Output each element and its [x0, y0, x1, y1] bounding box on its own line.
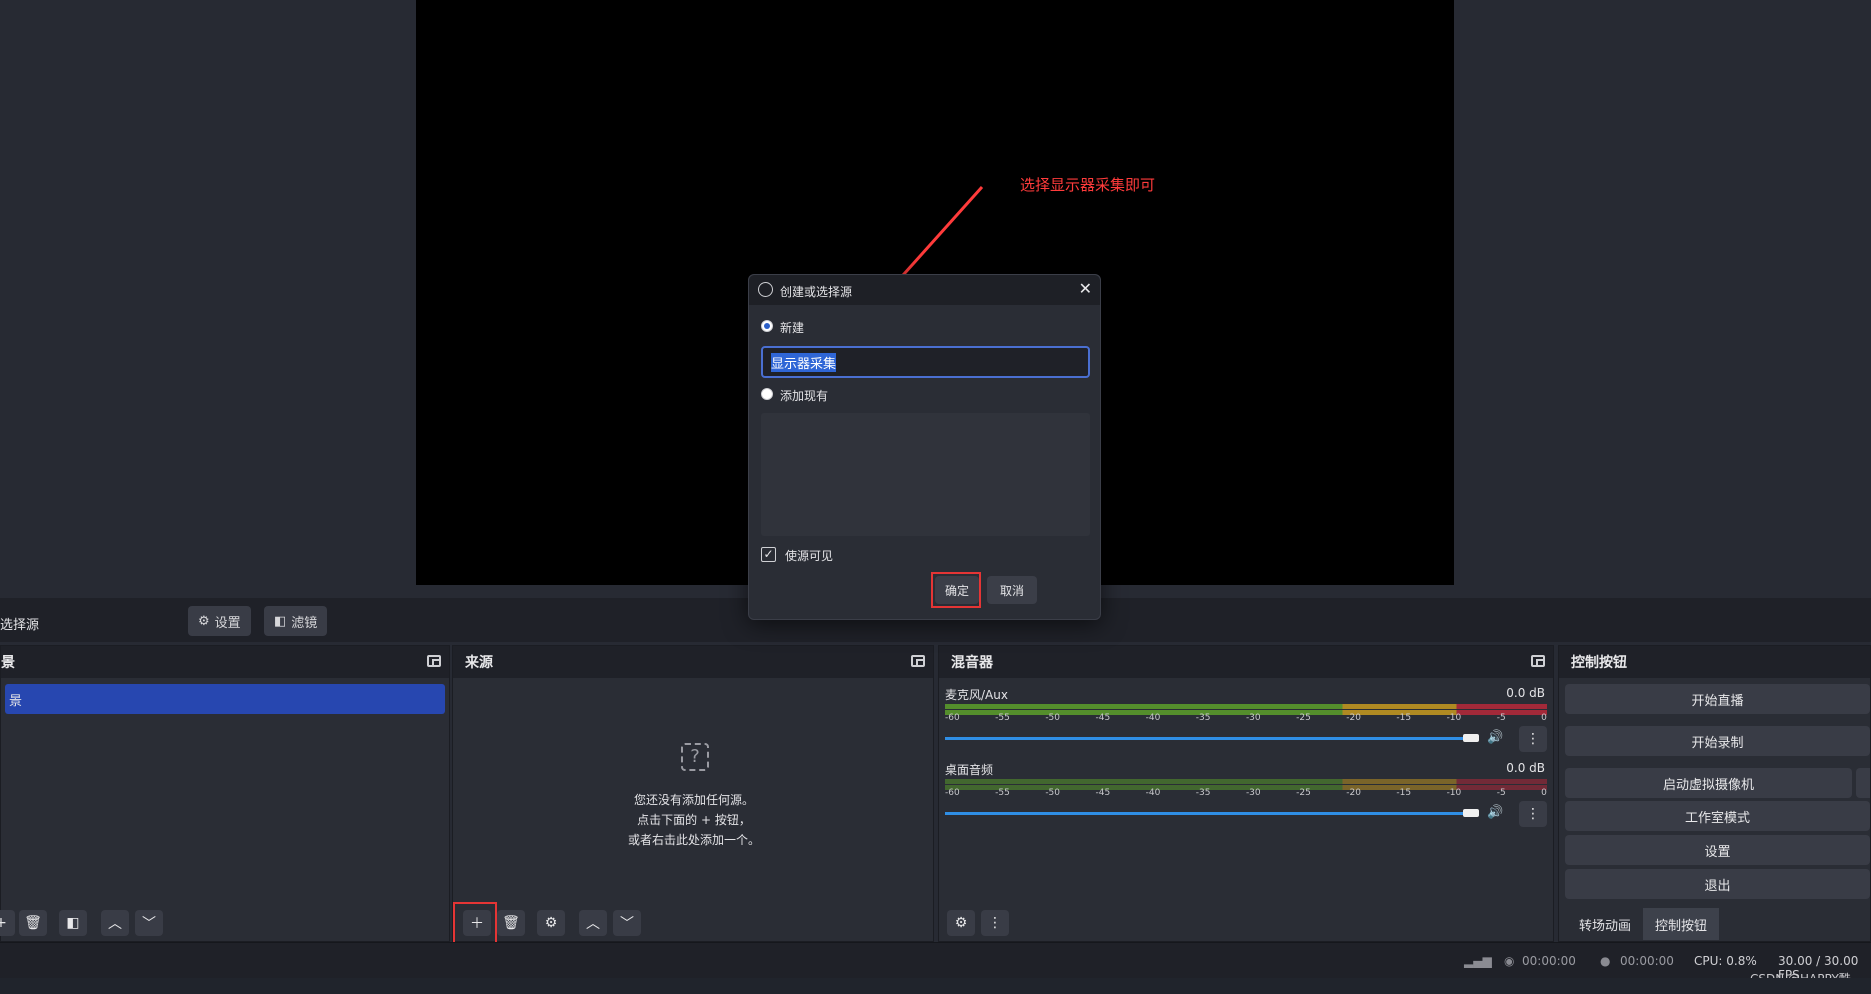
cpu-usage: CPU: 0.8%: [1694, 954, 1757, 968]
volume-slider[interactable]: [945, 812, 1465, 815]
stream-time: 00:00:00: [1522, 954, 1576, 968]
virtual-camera-settings-button[interactable]: [1856, 768, 1870, 798]
trash-icon: 🗑: [24, 915, 42, 931]
mixer-dock: 混音器 麦克风/Aux 0.0 dB -60 -55 -50 -45 -40 -35 -30…: [938, 645, 1554, 942]
chevron-up-icon: ︿: [586, 916, 600, 932]
add-existing-label: 添加现有: [780, 389, 829, 403]
scene-item-label: 景: [9, 693, 23, 709]
settings-button-label: 设置: [214, 615, 241, 631]
add-existing-radio[interactable]: [761, 388, 773, 400]
highlight-box: [453, 902, 497, 944]
more-vertical-icon: ⋮: [988, 915, 1002, 931]
controls-dock-title: 控制按钮: [1571, 655, 1627, 671]
source-name-value: 显示器采集: [771, 352, 837, 372]
trash-icon: 🗑: [502, 915, 520, 931]
empty-line-1: 您还没有添加任何源。: [633, 793, 754, 807]
gears-icon: ⚙: [954, 915, 968, 931]
new-label: 新建: [780, 321, 805, 335]
volume-meter: [945, 704, 1547, 709]
highlight-box: [931, 572, 981, 608]
context-source-label: 选择源: [0, 618, 40, 633]
filters-button-label: 滤镜: [291, 615, 318, 631]
chevron-down-icon: ﹀: [142, 916, 156, 932]
channel-db: 0.0 dB: [1506, 686, 1545, 700]
record-time: 00:00:00: [1620, 954, 1674, 968]
empty-line-2: 点击下面的 + 按钮，: [637, 813, 751, 827]
filters-button[interactable]: ◧ 滤镜: [264, 606, 328, 636]
remove-scene-button[interactable]: 🗑: [19, 910, 47, 936]
meter-scale: -60 -55 -50 -45 -40 -35 -30 -25 -20 -15 -10 -5 0: [945, 788, 1547, 798]
channel-name: 桌面音频: [945, 763, 994, 777]
filter-icon: ◧: [66, 915, 80, 931]
gear-icon: ⚙: [198, 613, 210, 629]
scenes-dock: 景 景 + 🗑 ◧ ︿ ﹀: [0, 645, 450, 942]
more-vertical-icon: ⋮: [1526, 731, 1540, 747]
close-icon[interactable]: ✕: [1079, 279, 1092, 298]
move-up-button[interactable]: ︿: [579, 910, 607, 936]
scene-list-item[interactable]: 景: [5, 684, 445, 714]
sources-empty-message: 您还没有添加任何源。 点击下面的 + 按钮， 或者右击此处添加一个。: [453, 790, 935, 850]
advanced-audio-button[interactable]: ⚙: [947, 910, 975, 936]
new-radio[interactable]: [761, 320, 773, 332]
source-properties-button[interactable]: ⚙: [537, 910, 565, 936]
channel-menu-button[interactable]: ⋮: [1519, 726, 1547, 752]
empty-line-3: 或者右击此处添加一个。: [627, 833, 760, 847]
scene-filters-button[interactable]: ◧: [59, 910, 87, 936]
remove-source-button[interactable]: 🗑: [497, 910, 525, 936]
speaker-icon[interactable]: 🔊: [1487, 805, 1503, 820]
exit-button[interactable]: 退出: [1565, 869, 1870, 899]
make-visible-checkbox[interactable]: ✓: [761, 547, 776, 562]
start-recording-button[interactable]: 开始录制: [1565, 726, 1870, 756]
volume-slider-knob[interactable]: [1463, 734, 1479, 742]
chevron-up-icon: ︿: [108, 916, 122, 932]
studio-mode-button[interactable]: 工作室模式: [1565, 801, 1870, 831]
cancel-button[interactable]: 取消: [987, 576, 1037, 604]
controls-dock: 控制按钮 开始直播 开始录制 启动虚拟摄像机 工作室模式 设置 退出 转场动画 …: [1558, 645, 1871, 942]
volume-meter: [945, 779, 1547, 784]
gear-icon: ⚙: [544, 915, 558, 931]
move-down-button[interactable]: ﹀: [613, 910, 641, 936]
settings-button[interactable]: 设置: [1565, 835, 1870, 865]
existing-sources-list[interactable]: [761, 413, 1090, 536]
undock-icon[interactable]: [427, 655, 441, 667]
sources-dock: 来源 ? 您还没有添加任何源。 点击下面的 + 按钮， 或者右击此处添加一个。 …: [452, 645, 935, 944]
move-down-button[interactable]: ﹀: [135, 910, 163, 936]
tab-controls[interactable]: 控制按钮: [1643, 908, 1719, 940]
filter-icon: ◧: [274, 613, 287, 629]
meter-scale: -60 -55 -50 -45 -40 -35 -30 -25 -20 -15 -10 -5 0: [945, 713, 1547, 723]
chevron-down-icon: ﹀: [620, 916, 634, 932]
taskbar: [0, 978, 1871, 994]
dialog-title: 创建或选择源: [780, 285, 853, 299]
start-virtual-camera-button[interactable]: 启动虚拟摄像机: [1565, 768, 1852, 798]
question-icon: ?: [681, 743, 709, 771]
stream-icon: ◉: [1504, 954, 1515, 968]
record-icon: ●: [1600, 954, 1611, 968]
volume-slider-knob[interactable]: [1463, 809, 1479, 817]
create-select-source-dialog: 创建或选择源 ✕ 新建 显示器采集 添加现有 ✓ 使源可见 确定 取消: [748, 274, 1101, 620]
settings-button[interactable]: ⚙ 设置: [188, 606, 251, 636]
sources-dock-title: 来源: [465, 655, 493, 671]
annotation-text: 选择显示器采集即可: [1020, 176, 1156, 194]
signal-icon: ▂▄▆: [1464, 954, 1492, 968]
channel-db: 0.0 dB: [1506, 761, 1545, 775]
volume-slider[interactable]: [945, 737, 1465, 740]
channel-name: 麦克风/Aux: [945, 688, 1008, 702]
speaker-icon[interactable]: 🔊: [1487, 730, 1503, 745]
status-bar: [0, 942, 1871, 978]
mixer-dock-title: 混音器: [951, 655, 993, 671]
channel-menu-button[interactable]: ⋮: [1519, 801, 1547, 827]
more-vertical-icon: ⋮: [1526, 806, 1540, 822]
source-name-input[interactable]: 显示器采集: [761, 346, 1090, 378]
undock-icon[interactable]: [1531, 655, 1545, 667]
make-visible-label: 使源可见: [785, 549, 834, 563]
mixer-menu-button[interactable]: ⋮: [981, 910, 1009, 936]
start-streaming-button[interactable]: 开始直播: [1565, 684, 1870, 714]
move-up-button[interactable]: ︿: [101, 910, 129, 936]
undock-icon[interactable]: [911, 655, 925, 667]
scenes-dock-title: 景: [1, 655, 15, 671]
tab-transitions[interactable]: 转场动画: [1567, 908, 1643, 940]
add-scene-button[interactable]: +: [0, 910, 15, 936]
obs-logo-icon: [758, 282, 773, 297]
